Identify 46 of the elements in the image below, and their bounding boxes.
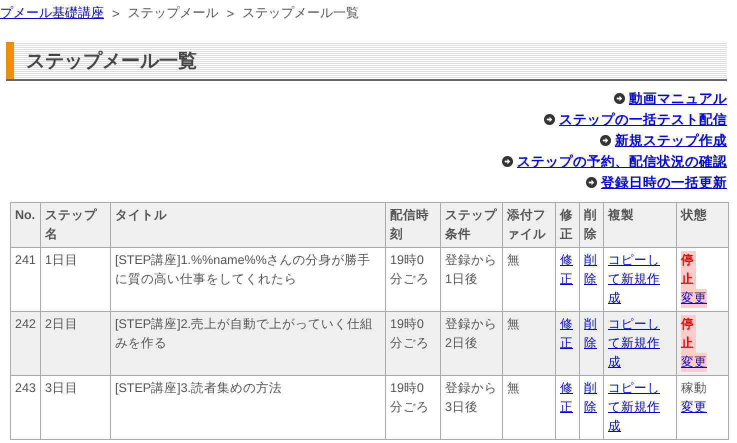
column-header: ステップ条件 [440,202,502,248]
breadcrumb-separator: > [226,6,234,20]
breadcrumb-separator: > [112,6,120,20]
column-header: タイトル [110,202,386,248]
circled-arrow-icon [614,93,625,104]
breadcrumb-item: ステップメール [128,4,219,22]
table-cell: 241 [10,248,40,312]
table-cell: 無 [502,312,556,376]
column-header: No. [10,202,40,248]
table-cell: [STEP講座]3.読者集めの方法 [110,376,386,440]
table-cell: 登録から2日後 [440,312,502,376]
breadcrumb-item: ステップメール一覧 [242,4,360,22]
table-cell: [STEP講座]2.売上が自動で上がっていく仕組みを作る [110,312,386,376]
table-cell: 243 [10,376,40,440]
action-link[interactable]: 登録日時の一括更新 [601,173,727,192]
change-link[interactable]: 変更 [681,398,707,417]
table-cell: 2日目 [40,312,110,376]
column-header: 添付ファイル [502,202,556,248]
table-cell: 19時0分ごろ [386,376,440,440]
table-cell: 242 [10,312,40,376]
column-header: 配信時刻 [386,202,440,248]
circled-arrow-icon [502,156,513,167]
status-label: 稼動 [681,380,708,397]
accent-bar [6,42,14,79]
breadcrumb-link[interactable]: プメール基礎講座 [0,4,104,22]
page-title: ステップメール一覧 [25,50,197,74]
status-label: 停止 [681,315,696,353]
column-header: 状態 [676,202,728,248]
column-header: 削除 [580,202,604,248]
action-link[interactable]: 動画マニュアル [629,89,727,108]
table-cell: 無 [502,376,556,440]
change-link[interactable]: 変更 [681,289,707,308]
action-link[interactable]: ステップの一括テスト配信 [559,110,727,129]
column-header: 複製 [604,202,676,248]
table-cell: 3日目 [40,376,110,440]
action-link[interactable]: ステップの予約、配信状況の確認 [517,152,727,171]
action-link[interactable]: 新規ステップ作成 [615,131,727,150]
circled-arrow-icon [586,177,597,188]
column-header: 修正 [556,202,580,248]
circled-arrow-icon [600,135,611,146]
status-label: 停止 [681,251,696,289]
circled-arrow-icon [544,114,555,125]
change-link[interactable]: 変更 [681,353,707,372]
column-header: ステップ名 [40,202,110,248]
table-cell: 19時0分ごろ [386,312,440,376]
table-cell: 登録から3日後 [440,376,502,440]
